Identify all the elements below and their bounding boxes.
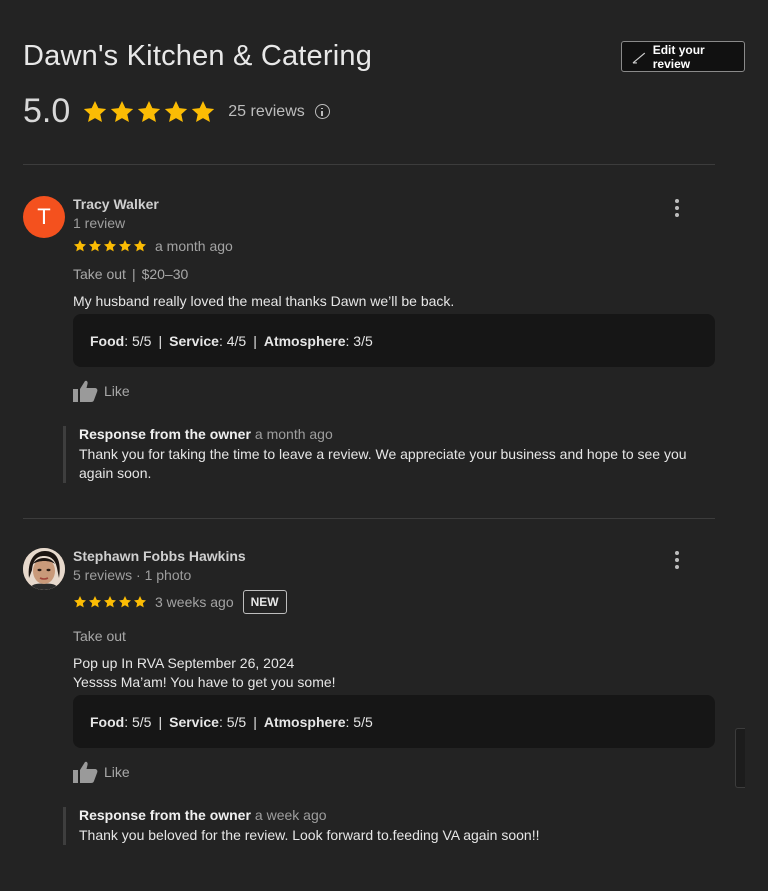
service-label: Service	[169, 332, 219, 349]
reviewer-stats: 5 reviews · 1 photo	[73, 567, 192, 583]
divider	[23, 518, 715, 519]
star-icon	[133, 240, 147, 252]
overall-stars	[82, 99, 216, 125]
reviewer-name[interactable]: Stephawn Fobbs Hawkins	[73, 548, 715, 564]
food-label: Food	[90, 713, 125, 730]
new-badge: NEW	[242, 590, 287, 614]
service-type: Take out	[73, 266, 126, 282]
profile-photo	[23, 548, 65, 590]
review-stars	[73, 595, 147, 609]
category-ratings: Food: 5/5 | Service: 4/5 | Atmosphere: 3…	[73, 314, 715, 367]
review-count[interactable]: 25 reviews	[228, 103, 304, 121]
star-icon	[103, 240, 117, 252]
review-stars	[73, 239, 147, 253]
star-icon	[73, 240, 87, 252]
star-icon	[103, 596, 117, 608]
owner-response-label: Response from the owner	[79, 807, 251, 823]
avatar[interactable]: T	[23, 196, 65, 238]
edit-review-label: Edit your review	[652, 42, 705, 71]
service-type: Take out	[73, 628, 126, 644]
reviewer-stats: 1 review	[73, 215, 126, 231]
thumbs-up-icon	[73, 380, 98, 402]
atmosphere-label: Atmosphere	[263, 713, 346, 730]
review-details: Food: 5/5 | Service: 5/5 | Atmosphere: 5…	[23, 695, 715, 845]
owner-response: Response from the owner a month ago Thank…	[63, 426, 715, 483]
review-text-line: Yessss Ma’am! You have to get you some!	[73, 674, 336, 690]
like-label: Like	[104, 764, 130, 780]
star-icon	[165, 100, 188, 122]
star-icon	[192, 100, 215, 122]
star-icon	[138, 100, 161, 122]
service-rating: : 5/5	[218, 713, 247, 730]
service-label: Service	[169, 713, 219, 730]
review-text-line: My husband really loved the meal thanks …	[73, 293, 455, 309]
review-time: 3 weeks ago	[155, 594, 234, 610]
rating-value: 5.0	[23, 92, 71, 130]
thumbs-up-icon	[73, 761, 98, 783]
info-icon[interactable]	[314, 104, 330, 119]
place-header: Dawn's Kitchen & Catering Edit your revi…	[23, 40, 745, 73]
owner-response-text: Thank you beloved for the review. Look f…	[79, 827, 540, 843]
food-rating: : 5/5	[124, 332, 152, 349]
reviewer-name[interactable]: Tracy Walker	[73, 196, 715, 212]
service-rating: : 4/5	[218, 332, 247, 349]
avatar[interactable]	[23, 548, 65, 590]
review-text-line: Pop up In RVA September 26, 2024	[73, 655, 295, 671]
atmosphere-rating: : 5/5	[345, 713, 373, 730]
atmosphere-rating: : 3/5	[345, 332, 373, 349]
owner-response-text: Thank you for taking the time to leave a…	[79, 446, 687, 481]
review-details: Food: 5/5 | Service: 4/5 | Atmosphere: 3…	[23, 314, 715, 483]
star-icon	[118, 596, 132, 608]
scrollbar-thumb[interactable]	[735, 728, 745, 788]
owner-response-label: Response from the owner	[79, 426, 251, 442]
review-meta: Take out | $20–30	[73, 266, 189, 282]
overall-rating: 5.0 25 reviews	[23, 92, 330, 131]
review-text: Pop up In RVA September 26, 2024 Yessss …	[73, 654, 715, 692]
category-ratings: Food: 5/5 | Service: 5/5 | Atmosphere: 5…	[73, 695, 715, 748]
edit-pencil-icon	[632, 52, 646, 63]
like-button[interactable]: Like	[73, 380, 143, 402]
star-icon	[111, 100, 134, 122]
star-icon	[88, 240, 102, 252]
star-icon	[118, 240, 132, 252]
food-label: Food	[90, 332, 125, 349]
star-icon	[133, 596, 147, 608]
like-button[interactable]: Like	[73, 761, 143, 783]
owner-response-time: a month ago	[254, 426, 333, 442]
star-icon	[84, 100, 107, 122]
review-time: a month ago	[155, 238, 233, 254]
review-text: My husband really loved the meal thanks …	[73, 292, 715, 311]
owner-response: Response from the owner a week ago Thank …	[63, 807, 715, 845]
atmosphere-label: Atmosphere	[263, 332, 346, 349]
review-meta: Take out	[73, 628, 715, 644]
like-label: Like	[104, 383, 130, 399]
star-icon	[88, 596, 102, 608]
star-icon	[73, 596, 87, 608]
food-rating: : 5/5	[124, 713, 152, 730]
edit-review-button[interactable]: Edit your review	[621, 41, 745, 72]
owner-response-time: a week ago	[254, 807, 327, 823]
price-range: $20–30	[141, 266, 189, 282]
divider	[23, 164, 715, 165]
